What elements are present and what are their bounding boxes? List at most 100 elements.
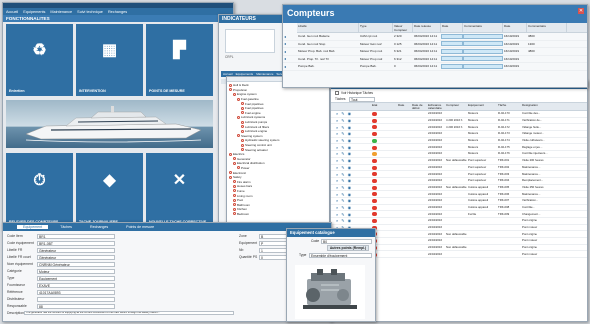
counter-row[interactable]: ◂ Cond. Gen no1 Batterie CAM cpt no1 2 320 0… bbox=[283, 33, 587, 41]
edit-icon[interactable]: ✎ bbox=[340, 131, 344, 136]
field-input[interactable]: BR1 bbox=[37, 233, 115, 239]
counter-input[interactable] bbox=[463, 41, 503, 47]
search-icon[interactable]: ⌕ bbox=[335, 192, 338, 197]
history-checkbox[interactable] bbox=[335, 91, 339, 95]
search-icon[interactable]: ⌕ bbox=[335, 158, 338, 163]
edit-icon[interactable]: ✎ bbox=[340, 205, 344, 210]
search-icon[interactable]: ⌕ bbox=[335, 212, 338, 217]
view-icon[interactable]: ◉ bbox=[347, 198, 352, 203]
task-row[interactable]: ⌕ ✎ ◉ 24/04/2016 Pont origine bbox=[331, 218, 587, 225]
edit-icon[interactable]: ✎ bbox=[340, 125, 344, 130]
edit-icon[interactable]: ✎ bbox=[340, 158, 344, 163]
view-icon[interactable]: ◉ bbox=[347, 178, 352, 183]
counter-input[interactable] bbox=[441, 41, 463, 47]
task-row[interactable]: ⌕ ✎ ◉ 24/04/2016 Fuzzle TRK-009 Changement... bbox=[331, 211, 587, 218]
tile-3[interactable]: ⏱RELEVER DES COMPTEURS bbox=[6, 153, 73, 227]
counter-input[interactable] bbox=[463, 33, 503, 39]
catalog-code-value[interactable]: B0 bbox=[321, 238, 372, 244]
search-icon[interactable]: ⌕ bbox=[335, 131, 338, 136]
field-input[interactable]: 1 bbox=[259, 247, 287, 253]
task-row[interactable]: ⌕ ✎ ◉ 24/04/2016 Moteurs R-02-170 Contrôle des… bbox=[331, 111, 587, 118]
row-select-icon[interactable]: ◂ bbox=[283, 56, 297, 61]
form-tab-2[interactable]: Rechanges bbox=[84, 225, 114, 229]
edit-icon[interactable]: ✎ bbox=[340, 145, 344, 150]
task-row[interactable]: ⌕ ✎ ◉ 24/04/2016 4 200 2016 h Moteurs R-02-172… bbox=[331, 124, 587, 132]
view-icon[interactable]: ◉ bbox=[347, 218, 352, 223]
edit-icon[interactable]: ✎ bbox=[340, 198, 344, 203]
task-row[interactable]: ⌕✎◉ 24/04/2016 Non défavorable 2016 hCuisi… bbox=[331, 185, 587, 192]
form-tab-0[interactable]: Equipement bbox=[17, 225, 49, 229]
tile-1[interactable]: ▦ INTERVENTION bbox=[76, 24, 143, 96]
field-input[interactable]: The generator has the function of supply… bbox=[23, 310, 234, 316]
counter-row[interactable]: ◂ Moteur Prop. Bab. no1 Bab Moteur Prop no… bbox=[283, 48, 587, 56]
search-icon[interactable]: ⌕ bbox=[335, 138, 338, 143]
view-icon[interactable]: ◉ bbox=[347, 158, 352, 163]
task-row[interactable]: ⌕ ✎ ◉ 24/04/2016 4 200 2016 h Moteurs R-02-171… bbox=[331, 118, 587, 125]
task-row[interactable]: ⌕ ✎ ◉ 24/04/2016 Moteurs R-02-174 Visite culbu… bbox=[331, 138, 587, 145]
search-icon[interactable]: ⌕ bbox=[335, 165, 338, 170]
counter-input[interactable] bbox=[463, 56, 503, 62]
tree-node[interactable]: Bedroom bbox=[229, 212, 327, 217]
tile-5[interactable]: ✕NOUVELLE TACHE CORRECTIVE bbox=[146, 153, 213, 227]
row-select-icon[interactable]: ◂ bbox=[283, 49, 297, 54]
view-icon[interactable]: ◉ bbox=[347, 145, 352, 150]
field-input[interactable]: BR1-0BT bbox=[37, 240, 115, 246]
tile-4[interactable]: ◆TACHE JOURNALIERE bbox=[76, 153, 143, 227]
counter-input[interactable] bbox=[441, 48, 463, 54]
field-input[interactable]: 41017AA0893 bbox=[37, 289, 115, 295]
field-input[interactable]: P bbox=[259, 240, 287, 246]
filter-select[interactable]: Tout bbox=[349, 96, 375, 102]
field-input[interactable]: 88 bbox=[37, 303, 115, 309]
menu-item-1[interactable]: Equipements bbox=[23, 10, 45, 14]
edit-icon[interactable]: ✎ bbox=[340, 218, 344, 223]
search-icon[interactable]: ⌕ bbox=[335, 198, 338, 203]
edit-icon[interactable]: ✎ bbox=[340, 212, 344, 217]
edit-icon[interactable]: ✎ bbox=[340, 118, 344, 123]
menu-item-4[interactable]: Rechanges bbox=[108, 10, 127, 14]
edit-icon[interactable]: ✎ bbox=[340, 185, 344, 190]
view-icon[interactable]: ◉ bbox=[347, 131, 352, 136]
task-row[interactable]: ⌕ ✎ ◉ 24/04/2016 Cuisine appareil TRK-007 Véri… bbox=[331, 198, 587, 205]
search-icon[interactable]: ⌕ bbox=[335, 172, 338, 177]
field-input[interactable]: Générateur bbox=[37, 254, 115, 260]
menu-item-3[interactable]: Suivi technique bbox=[77, 10, 103, 14]
search-icon[interactable]: ⌕ bbox=[335, 145, 338, 150]
row-select-icon[interactable]: ◂ bbox=[283, 64, 297, 69]
close-icon[interactable]: ✕ bbox=[578, 8, 584, 14]
edit-icon[interactable]: ✎ bbox=[340, 178, 344, 183]
search-icon[interactable]: ⌕ bbox=[335, 185, 338, 190]
edit-icon[interactable]: ✎ bbox=[340, 165, 344, 170]
form-tab-3[interactable]: Points de mesure bbox=[120, 225, 160, 229]
edit-icon[interactable]: ✎ bbox=[340, 111, 344, 116]
view-icon[interactable]: ◉ bbox=[347, 172, 352, 177]
field-input[interactable]: Générateur bbox=[37, 247, 115, 253]
counter-row[interactable]: ◂ Cond. Prop. Tri. no2 Tri Moteur Prop no2… bbox=[283, 56, 587, 63]
counter-input[interactable] bbox=[463, 63, 503, 69]
search-icon[interactable]: ⌕ bbox=[335, 118, 338, 123]
view-icon[interactable]: ◉ bbox=[347, 205, 352, 210]
counter-input[interactable] bbox=[441, 56, 463, 62]
task-row[interactable]: ⌕ ✎ ◉ 24/04/2016 Pont supérieur TRK-002 Mainte… bbox=[331, 165, 587, 172]
view-icon[interactable]: ◉ bbox=[347, 125, 352, 130]
form-tab-1[interactable]: Tâches bbox=[54, 225, 78, 229]
view-icon[interactable]: ◉ bbox=[347, 118, 352, 123]
view-icon[interactable]: ◉ bbox=[347, 185, 352, 190]
menu-item-2[interactable]: Maintenance bbox=[50, 10, 72, 14]
search-icon[interactable]: ⌕ bbox=[335, 178, 338, 183]
task-row[interactable]: ⌕ ✎ ◉ 24/04/2016 Moteurs R-02-173 Vidange mote… bbox=[331, 131, 587, 138]
field-input[interactable] bbox=[37, 296, 115, 302]
counter-input[interactable] bbox=[441, 63, 463, 69]
edit-icon[interactable]: ✎ bbox=[340, 192, 344, 197]
row-select-icon[interactable]: ◂ bbox=[283, 34, 297, 39]
view-icon[interactable]: ◉ bbox=[347, 138, 352, 143]
field-input[interactable]: Equipement bbox=[37, 275, 115, 281]
view-icon[interactable]: ◉ bbox=[347, 165, 352, 170]
menu-item-0[interactable]: Accueil bbox=[6, 10, 18, 14]
counter-input[interactable] bbox=[463, 48, 503, 54]
catalog-type-select[interactable]: Ensemble d'équipement bbox=[309, 252, 372, 258]
tile-2[interactable]: ▛ POINTS DE MESURE bbox=[146, 24, 213, 96]
edit-icon[interactable]: ✎ bbox=[340, 151, 344, 156]
view-icon[interactable]: ◉ bbox=[347, 151, 352, 156]
task-row[interactable]: ⌕ ✎ ◉ 24/04/2016 Cuisine appareil TRK-006 Main… bbox=[331, 191, 587, 198]
search-icon[interactable]: ⌕ bbox=[335, 205, 338, 210]
